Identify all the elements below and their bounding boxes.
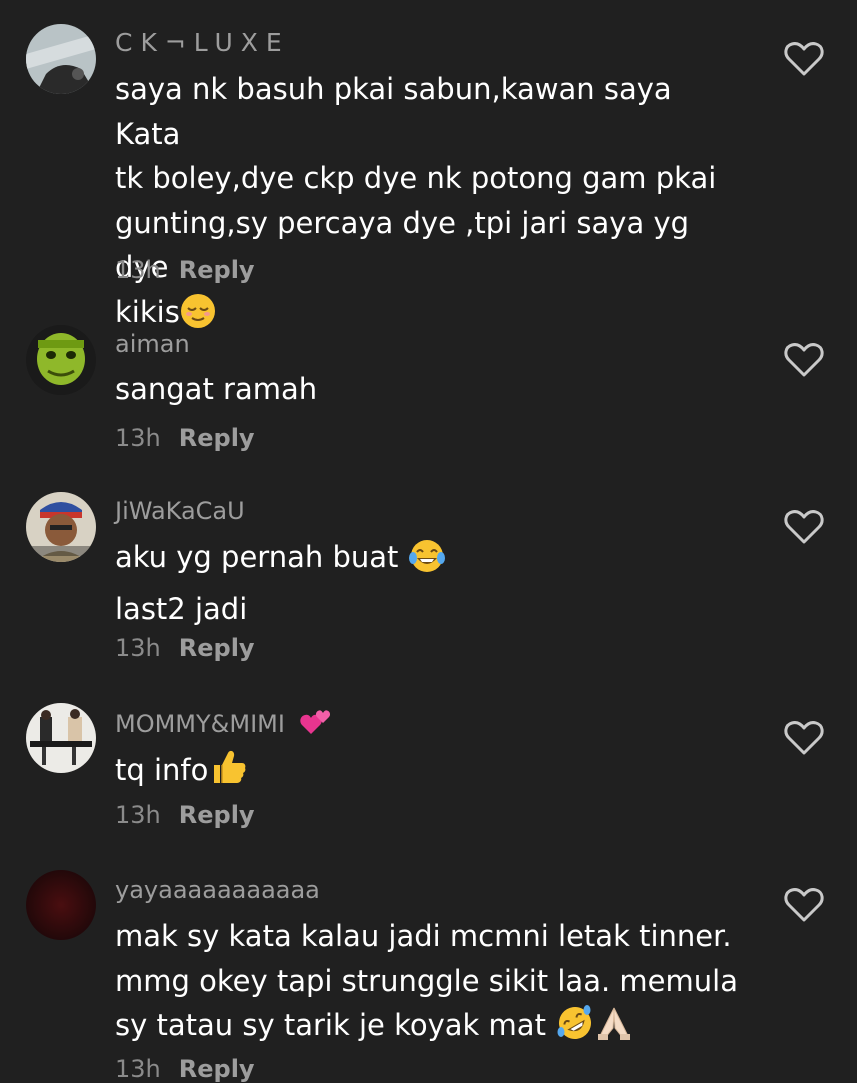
comment-text: aku yg pernah buat last2 jadi [115, 535, 745, 631]
two-hearts-emoji [299, 708, 333, 744]
reply-button[interactable]: Reply [179, 1055, 255, 1083]
timestamp: 13h [115, 1055, 161, 1083]
username[interactable]: aiman [115, 330, 190, 358]
avatar[interactable] [26, 703, 96, 773]
comment-line: saya nk basuh pkai sabun,kawan saya Kata [115, 72, 672, 151]
heart-icon[interactable] [784, 40, 824, 78]
comment-text: tq info [115, 747, 745, 800]
avatar[interactable] [26, 325, 96, 395]
folded-hands-emoji [595, 1004, 633, 1055]
comment-meta: 13h Reply [115, 801, 255, 829]
timestamp: 13h [115, 256, 161, 284]
tears-of-joy-emoji [408, 538, 446, 587]
comment-line: tq info [115, 747, 745, 800]
comment-text: sangat ramah [115, 367, 745, 412]
comment-line: tk boley,dye ckp dye nk potong gam pkai [115, 161, 717, 195]
heart-icon[interactable] [784, 719, 824, 757]
reply-button[interactable]: Reply [179, 801, 255, 829]
heart-icon[interactable] [784, 508, 824, 546]
username[interactable]: yayaaaaaaaaaaa [115, 876, 320, 904]
reply-button[interactable]: Reply [179, 256, 255, 284]
username[interactable]: CK¬LUXE [115, 28, 290, 57]
avatar[interactable] [26, 24, 96, 94]
comment-line: kikis [115, 290, 745, 342]
comment-meta: 13h Reply [115, 424, 255, 452]
timestamp: 13h [115, 801, 161, 829]
timestamp: 13h [115, 424, 161, 452]
rolling-laughing-emoji [555, 1004, 595, 1055]
heart-icon[interactable] [784, 341, 824, 379]
comment-line: aku yg pernah buat [115, 535, 745, 587]
comment-meta: 13h Reply [115, 256, 255, 284]
heart-icon[interactable] [784, 886, 824, 924]
username[interactable]: JiWaKaCaU [115, 497, 245, 525]
comment-line: last2 jadi [115, 591, 248, 626]
avatar[interactable] [26, 492, 96, 562]
comment-line: mmg okey tapi strunggle sikit laa. memul… [115, 963, 738, 998]
comment-line: sangat ramah [115, 372, 318, 406]
comment-line: sy tatau sy tarik je koyak mat [115, 1003, 745, 1055]
comment-text: saya nk basuh pkai sabun,kawan saya Kata… [115, 67, 745, 341]
reply-button[interactable]: Reply [179, 424, 255, 452]
avatar[interactable] [26, 870, 96, 940]
username-text: MOMMY&MIMI [115, 710, 285, 738]
thumbs-up-emoji [208, 747, 248, 800]
reply-button[interactable]: Reply [179, 634, 255, 662]
username[interactable]: MOMMY&MIMI [115, 708, 333, 744]
comment-meta: 13h Reply [115, 634, 255, 662]
timestamp: 13h [115, 634, 161, 662]
comment-meta: 13h Reply [115, 1055, 255, 1083]
comment-text: mak sy kata kalau jadi mcmni letak tinne… [115, 914, 745, 1055]
comment-line: mak sy kata kalau jadi mcmni letak tinne… [115, 919, 732, 953]
